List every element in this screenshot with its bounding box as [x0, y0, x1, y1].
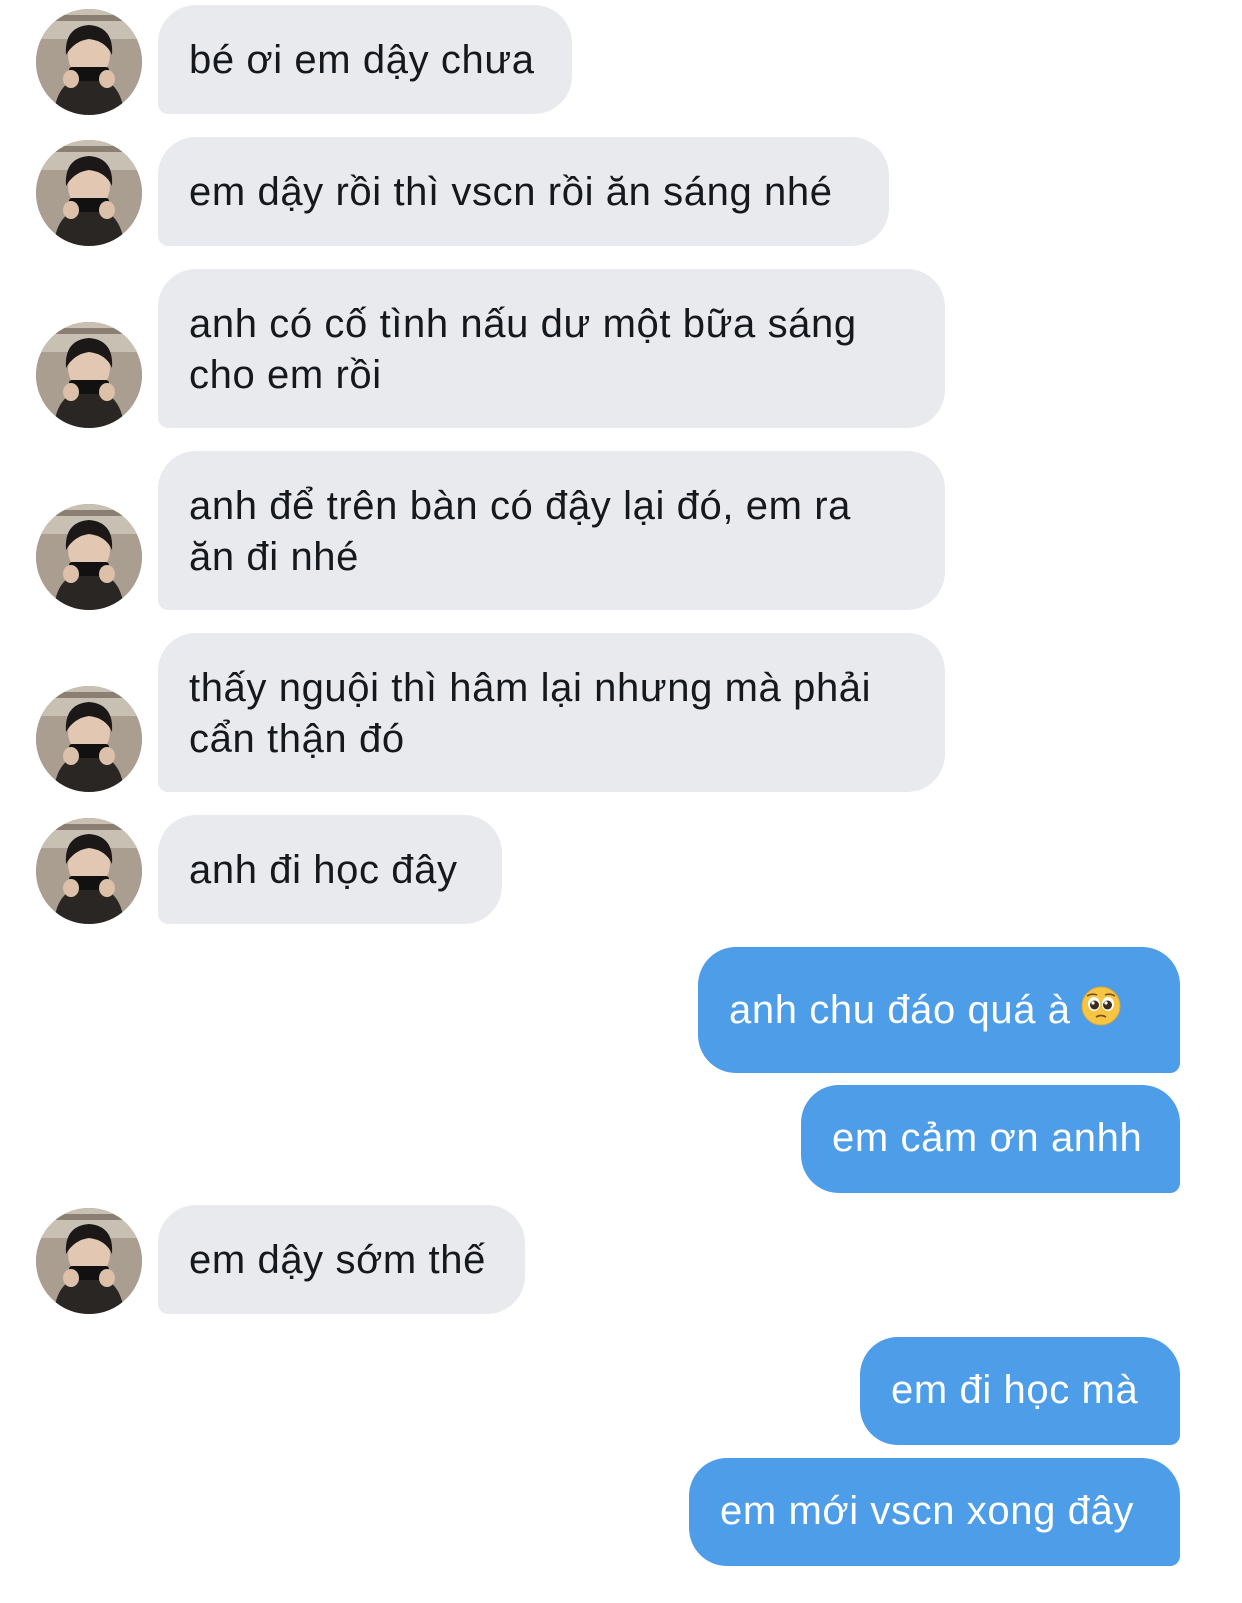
contact-avatar[interactable] — [36, 1208, 142, 1314]
contact-avatar[interactable] — [36, 322, 142, 428]
outgoing-message-bubble[interactable]: em mới vscn xong đây — [689, 1458, 1180, 1566]
pleading-face-icon — [1081, 986, 1121, 1039]
contact-avatar[interactable] — [36, 504, 142, 610]
message-text: em dậy rồi thì vscn rồi ăn sáng nhé — [189, 170, 833, 214]
message-text-line: anh để trên bàn có đậy lại đó, em ra — [189, 484, 852, 528]
outgoing-message-bubble[interactable]: em cảm ơn anhh — [801, 1085, 1180, 1193]
message-text: em cảm ơn anhh — [832, 1116, 1143, 1160]
incoming-message-bubble[interactable]: anh để trên bàn có đậy lại đó, em ra ăn … — [158, 451, 945, 610]
outgoing-message-bubble[interactable]: anh chu đáo quá à — [698, 947, 1180, 1073]
message-text: anh chu đáo quá à — [729, 988, 1071, 1032]
contact-avatar[interactable] — [36, 686, 142, 792]
message-text: em đi học mà — [891, 1368, 1139, 1412]
message-text-line: anh có cố tình nấu dư một bữa sáng — [189, 302, 857, 346]
contact-avatar[interactable] — [36, 9, 142, 115]
incoming-message-bubble[interactable]: em dậy sớm thế — [158, 1205, 525, 1314]
message-text-line: thấy nguội thì hâm lại nhưng mà phải — [189, 666, 872, 710]
contact-avatar[interactable] — [36, 818, 142, 924]
message-text: em dậy sớm thế — [189, 1238, 486, 1282]
message-text-line: cho em rồi — [189, 353, 382, 397]
incoming-message-bubble[interactable]: em dậy rồi thì vscn rồi ăn sáng nhé — [158, 137, 889, 246]
incoming-message-bubble[interactable]: anh có cố tình nấu dư một bữa sáng cho e… — [158, 269, 945, 428]
incoming-message-bubble[interactable]: bé ơi em dậy chưa — [158, 5, 572, 114]
message-text: bé ơi em dậy chưa — [189, 38, 535, 82]
outgoing-message-bubble[interactable]: em đi học mà — [860, 1337, 1180, 1445]
message-text-line: cẩn thận đó — [189, 717, 405, 761]
contact-avatar[interactable] — [36, 140, 142, 246]
message-text-line: ăn đi nhé — [189, 535, 359, 579]
message-text: anh đi học đây — [189, 848, 458, 892]
message-text: em mới vscn xong đây — [720, 1489, 1134, 1533]
incoming-message-bubble[interactable]: anh đi học đây — [158, 815, 502, 924]
incoming-message-bubble[interactable]: thấy nguội thì hâm lại nhưng mà phải cẩn… — [158, 633, 945, 792]
